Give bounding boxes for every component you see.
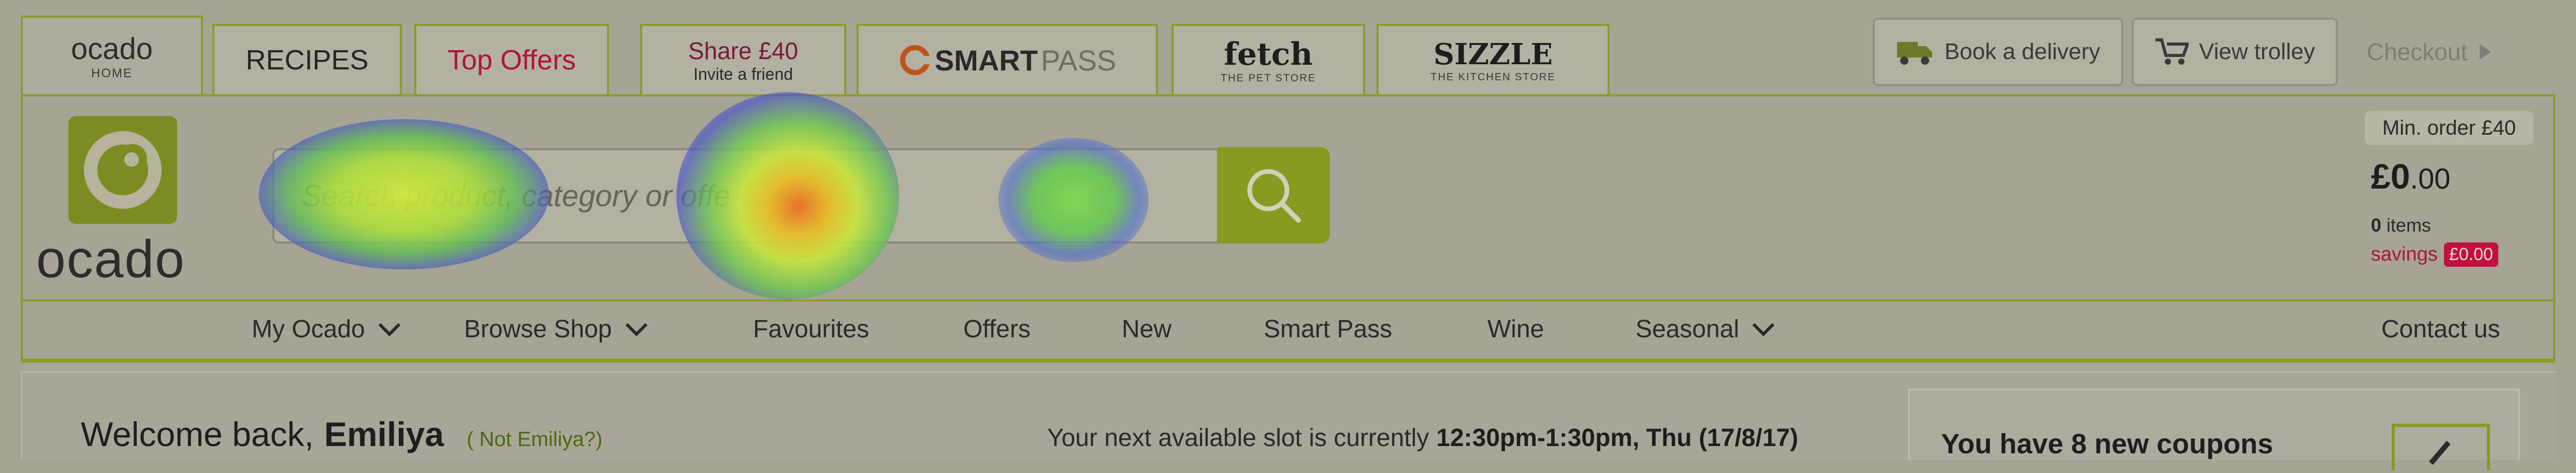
tab-fetch-label: fetch xyxy=(1224,36,1313,73)
min-order-badge: Min. order £40 xyxy=(2365,111,2534,145)
tab-smartpass[interactable]: SMART PASS xyxy=(857,24,1158,94)
nav-favourites-label: Favourites xyxy=(753,315,870,343)
tab-top-offers[interactable]: Top Offers xyxy=(414,24,609,94)
nav-offers-label: Offers xyxy=(963,315,1031,343)
book-delivery-label: Book a delivery xyxy=(1944,39,2101,64)
search-icon xyxy=(1247,169,1301,223)
nav-seasonal-label: Seasonal xyxy=(1636,315,1740,343)
nav-contact-us-label: Contact us xyxy=(2381,315,2500,343)
nav-smart-pass-label: Smart Pass xyxy=(1264,315,1393,343)
ocado-logo-icon xyxy=(68,116,177,224)
tab-home[interactable]: ocado HOME xyxy=(21,16,203,94)
view-trolley-button[interactable]: View trolley xyxy=(2132,18,2338,86)
chevron-down-icon xyxy=(625,314,647,337)
nav-browse-shop-label: Browse Shop xyxy=(464,315,612,343)
nav-wine[interactable]: Wine xyxy=(1487,309,1544,349)
trolley-icon xyxy=(2155,38,2189,65)
basket-items-count: 0 xyxy=(2371,214,2382,236)
heatmap-blob-search xyxy=(259,119,549,269)
tab-top-offers-label: Top Offers xyxy=(447,45,576,76)
smartpass-logo-icon xyxy=(900,45,932,75)
nav-my-ocado-label: My Ocado xyxy=(252,315,365,343)
next-slot-value[interactable]: 12:30pm-1:30pm, Thu (17/8/17) xyxy=(1436,424,1798,452)
tab-share-sublabel: Invite a friend xyxy=(693,64,793,83)
checkout-arrow-icon xyxy=(2480,44,2492,60)
tab-home-sublabel: HOME xyxy=(91,66,133,80)
coupon-tick-icon xyxy=(2392,424,2490,470)
tab-sizzle-sublabel: THE KITCHEN STORE xyxy=(1430,71,1556,83)
nav-new-label: New xyxy=(1122,315,1172,343)
nav-new[interactable]: New xyxy=(1122,309,1171,349)
tab-fetch[interactable]: fetch THE PET STORE xyxy=(1171,24,1365,94)
coupons-text: You have 8 new coupons xyxy=(1941,428,2274,460)
delivery-van-icon xyxy=(1897,42,1932,65)
tab-sizzle-label: SIZZLE xyxy=(1433,37,1553,71)
nav-smart-pass[interactable]: Smart Pass xyxy=(1264,309,1392,349)
tab-share-label: Share £40 xyxy=(688,37,799,64)
chevron-down-icon xyxy=(378,314,400,337)
chevron-down-icon xyxy=(1752,314,1775,337)
basket-total-main: £0 xyxy=(2371,157,2410,196)
checkout-label: Checkout xyxy=(2367,38,2468,65)
checkout-button[interactable]: Checkout xyxy=(2367,18,2553,86)
nav-wine-label: Wine xyxy=(1487,315,1544,343)
welcome-name: Emiliya xyxy=(324,415,444,453)
tab-recipes-label: RECIPES xyxy=(245,45,369,76)
basket-total[interactable]: £0.00 xyxy=(2371,156,2451,197)
nav-favourites[interactable]: Favourites xyxy=(753,309,869,349)
min-order-text: Min. order £40 xyxy=(2382,116,2516,139)
nav-offers[interactable]: Offers xyxy=(963,309,1031,349)
view-trolley-label: View trolley xyxy=(2198,39,2315,64)
search-button[interactable] xyxy=(1217,147,1330,243)
tab-share[interactable]: Share £40 Invite a friend xyxy=(640,24,846,94)
nav-seasonal[interactable]: Seasonal xyxy=(1636,309,1775,349)
ocado-logo-text: ocado xyxy=(36,230,185,289)
welcome-prefix: Welcome back, xyxy=(81,415,314,453)
basket-items: 0 items xyxy=(2371,214,2431,236)
savings-label: savings xyxy=(2371,243,2438,265)
tab-recipes[interactable]: RECIPES xyxy=(212,24,402,94)
basket-items-label: items xyxy=(2386,214,2432,236)
tab-home-label: ocado xyxy=(70,32,153,66)
nav-my-ocado[interactable]: My Ocado xyxy=(252,309,400,349)
next-slot-message: Your next available slot is currently 12… xyxy=(1047,424,1798,452)
heatmap-blob-search-button xyxy=(998,138,1149,262)
tab-sizzle[interactable]: SIZZLE THE KITCHEN STORE xyxy=(1377,24,1610,94)
basket-total-pence: .00 xyxy=(2410,162,2451,195)
nav-browse-shop[interactable]: Browse Shop xyxy=(464,309,647,349)
smartpass-smart-text: SMART xyxy=(934,44,1038,77)
next-slot-prefix: Your next available slot is currently xyxy=(1047,424,1429,452)
basket-savings: savings £0.00 xyxy=(2371,242,2498,267)
savings-badge: £0.00 xyxy=(2443,242,2498,267)
not-user-link[interactable]: ( Not Emiliya?) xyxy=(467,428,602,451)
smartpass-pass-text: PASS xyxy=(1040,44,1117,77)
nav-contact-us[interactable]: Contact us xyxy=(2381,309,2500,349)
book-delivery-button[interactable]: Book a delivery xyxy=(1873,18,2123,86)
coupons-panel[interactable]: You have 8 new coupons xyxy=(1908,389,2520,470)
tab-fetch-sublabel: THE PET STORE xyxy=(1220,72,1316,84)
welcome-message: Welcome back, Emiliya ( Not Emiliya?) xyxy=(81,414,602,454)
heatmap-blob-center xyxy=(676,92,899,299)
ocado-logo[interactable]: ocado xyxy=(36,116,218,289)
